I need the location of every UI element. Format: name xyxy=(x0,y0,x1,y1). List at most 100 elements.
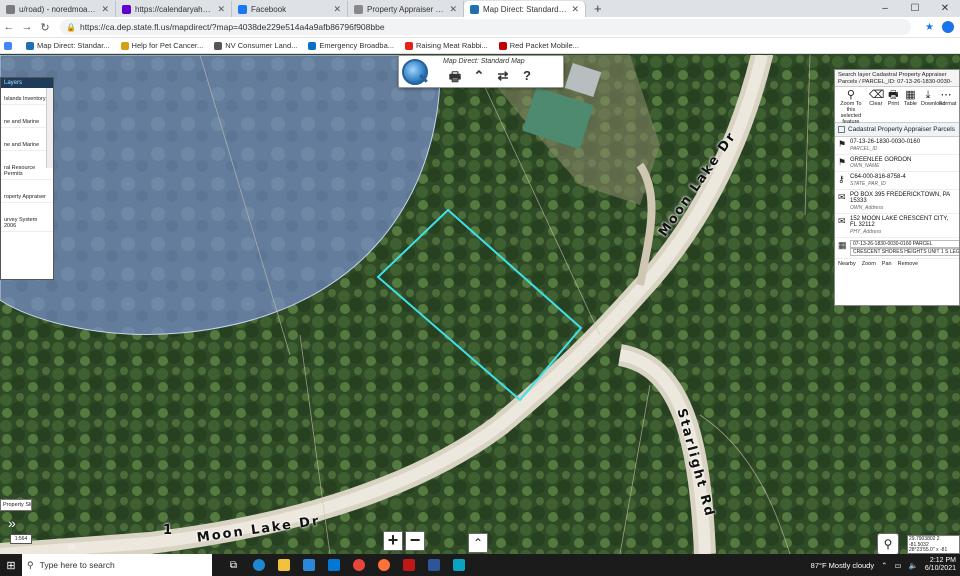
layer-item[interactable]: urvey System 2006 xyxy=(1,215,53,232)
tab-close-icon[interactable]: ✕ xyxy=(217,4,225,15)
edge-icon[interactable] xyxy=(247,557,270,573)
map-direct-logo-icon[interactable] xyxy=(402,59,428,85)
tab-label: Facebook xyxy=(251,4,287,14)
scale-number: 10 xyxy=(68,545,75,551)
coordinate-readout: 29.7903802 2 -81.5032 28°23'55.0'' x -81 xyxy=(907,535,960,554)
weather-status[interactable]: 87°F Mostly cloudy xyxy=(811,561,874,570)
maximize-button[interactable]: ☐ xyxy=(900,0,930,17)
clock[interactable]: 2:12 PM 6/10/2021 xyxy=(925,557,956,573)
results-tool-button[interactable]: ⚲ Zoom To this selected feature xyxy=(837,89,865,125)
bookmark-item[interactable]: Help for Pet Cancer... xyxy=(120,41,204,50)
taskbar-apps: ⧉ xyxy=(222,557,472,573)
attribute-row: ⚑ 07-13-26-1830-0030-0160 PARCEL_ID xyxy=(835,137,959,155)
browser-tab[interactable]: Map Direct: Standard Map ✕ xyxy=(464,1,586,17)
attribute-label: PARCEL_ID xyxy=(850,145,878,152)
bookmark-favicon-icon xyxy=(405,41,413,50)
back-button[interactable]: ← xyxy=(0,21,18,33)
profile-avatar[interactable] xyxy=(942,21,954,33)
new-tab-button[interactable]: + xyxy=(586,1,610,17)
task-view-icon[interactable]: ⧉ xyxy=(222,557,245,573)
tool-label: Print xyxy=(887,101,899,107)
tray-up-icon[interactable]: ⌃ xyxy=(881,561,887,570)
tab-bar: u/road) - noredmoatecipes!!✕https://cale… xyxy=(0,0,960,17)
share-icon[interactable]: ⇄ xyxy=(491,68,515,90)
results-footer-button[interactable]: Zoom xyxy=(862,261,876,267)
zoom-controls: + − xyxy=(383,531,427,551)
volume-icon[interactable]: 🔈 xyxy=(909,561,918,570)
mcafee-icon[interactable] xyxy=(397,557,420,573)
bookmark-item[interactable]: Map Direct: Standar... xyxy=(26,41,110,50)
coord-line-2: 28°23'55.0'' x -81 xyxy=(909,547,948,553)
tab-label: https://calendaryahoo.com/?q= xyxy=(135,4,213,14)
browser-tab[interactable]: https://calendaryahoo.com/?q= ✕ xyxy=(116,1,232,17)
browser-tab[interactable]: Property Appraiser Inquiry - Puth ✕ xyxy=(348,1,464,17)
lock-icon: 🔒 xyxy=(66,22,76,32)
minimize-button[interactable]: – xyxy=(870,0,900,17)
zoom-out-button[interactable]: − xyxy=(405,531,425,551)
firefox-icon[interactable] xyxy=(372,557,395,573)
results-tool-button[interactable]: ⌫ Clear xyxy=(869,89,885,107)
url-input[interactable]: 🔒 https://ca.dep.state.fl.us/mapdirect/?… xyxy=(60,19,912,35)
tab-close-icon[interactable]: ✕ xyxy=(101,4,109,15)
results-footer-button[interactable]: Remove xyxy=(898,261,918,267)
bookmark-item[interactable]: Raising Meat Rabbi... xyxy=(405,41,488,50)
print-icon[interactable]: 🖶 xyxy=(443,68,467,90)
layers-scrollbar[interactable] xyxy=(46,88,53,168)
attribute-value: 07-13-26-1830-0030-0160 xyxy=(850,139,921,145)
tab-close-icon[interactable]: ✕ xyxy=(333,4,341,15)
bookmark-item[interactable]: Emergency Broadba... xyxy=(308,41,394,50)
results-tool-button[interactable]: ⤓ Download xyxy=(921,89,945,107)
section-checkbox[interactable] xyxy=(838,126,845,133)
results-tool-button[interactable]: ▦ Table xyxy=(904,89,917,107)
results-footer-button[interactable]: Nearby xyxy=(838,261,856,267)
map-view[interactable]: Moon Lake Dr Starlight Rd Moon Lake Dr 1… xyxy=(0,55,960,554)
attribute-label: STATE_PAR_ID xyxy=(850,180,886,187)
results-footer-button[interactable]: Pan xyxy=(882,261,892,267)
tab-label: Map Direct: Standard Map xyxy=(483,4,568,14)
bookmark-star-icon[interactable]: ★ xyxy=(925,22,934,33)
app-icon[interactable] xyxy=(447,557,470,573)
tool-label: Clear xyxy=(869,101,883,107)
reload-button[interactable]: ↻ xyxy=(36,21,54,34)
chrome-icon[interactable] xyxy=(347,557,370,573)
address-bar: ← → ↻ 🔒 https://ca.dep.state.fl.us/mapdi… xyxy=(0,17,960,38)
results-tool-button[interactable]: 🖶 Print xyxy=(887,89,900,107)
browser-tab[interactable]: u/road) - noredmoatecipes!! ✕ xyxy=(0,1,116,17)
attribute-row: ⚷ C64-000-816-8758-4 STATE_PAR_ID xyxy=(835,172,959,190)
layer-item[interactable]: roperty Appraiser xyxy=(1,192,53,203)
windows-start-icon[interactable]: ⊞ xyxy=(0,559,22,572)
tab-close-icon[interactable]: ✕ xyxy=(571,4,579,15)
results-tool-button[interactable]: ⋯ Format xyxy=(939,89,956,107)
tool-icon: ⚲ xyxy=(846,89,855,101)
locate-pin-icon[interactable]: ⚲ xyxy=(877,533,899,554)
zoom-in-button[interactable]: + xyxy=(383,531,403,551)
bookmark-label: Raising Meat Rabbi... xyxy=(416,41,488,50)
bookmark-item[interactable] xyxy=(4,41,15,50)
property-slider[interactable]: Property Slider xyxy=(0,499,32,511)
bookmark-item[interactable]: NV Consumer Land... xyxy=(214,41,297,50)
system-tray: 87°F Mostly cloudy ⌃ ▭ 🔈 2:12 PM 6/10/20… xyxy=(811,554,960,576)
bookmark-label: NV Consumer Land... xyxy=(225,41,298,50)
help-icon[interactable]: ? xyxy=(515,68,539,90)
explorer-icon[interactable] xyxy=(272,557,295,573)
close-window-button[interactable]: ✕ xyxy=(930,0,960,17)
taskbar-search-input[interactable]: ⚲ Type here to search xyxy=(22,554,212,576)
tab-favicon-icon xyxy=(470,4,479,14)
collapse-icon[interactable]: ⌃ xyxy=(467,68,491,90)
tool-icon: ⋯ xyxy=(940,89,952,101)
word-icon[interactable] xyxy=(422,557,445,573)
forward-button[interactable]: → xyxy=(18,21,36,33)
layers-header: Layers xyxy=(1,78,53,88)
network-icon[interactable]: ▭ xyxy=(894,561,901,570)
mail-icon[interactable] xyxy=(322,557,345,573)
store-icon[interactable] xyxy=(297,557,320,573)
tab-close-icon[interactable]: ✕ xyxy=(449,4,457,15)
mini-table-row-2: CRESCENT SHORES HEIGHTS UNIT 1 S LEGAL xyxy=(850,247,959,256)
browser-tab[interactable]: Facebook ✕ xyxy=(232,1,348,17)
results-section[interactable]: Cadastral Property Appraiser Parcels xyxy=(835,123,959,137)
collapse-arrows-icon[interactable]: » xyxy=(8,515,16,531)
expand-up-button[interactable]: ⌃ xyxy=(468,533,488,553)
tool-icon: ▦ xyxy=(905,89,916,101)
bookmark-label: Help for Pet Cancer... xyxy=(131,41,204,50)
bookmark-item[interactable]: Red Packet Mobile... xyxy=(498,41,579,50)
